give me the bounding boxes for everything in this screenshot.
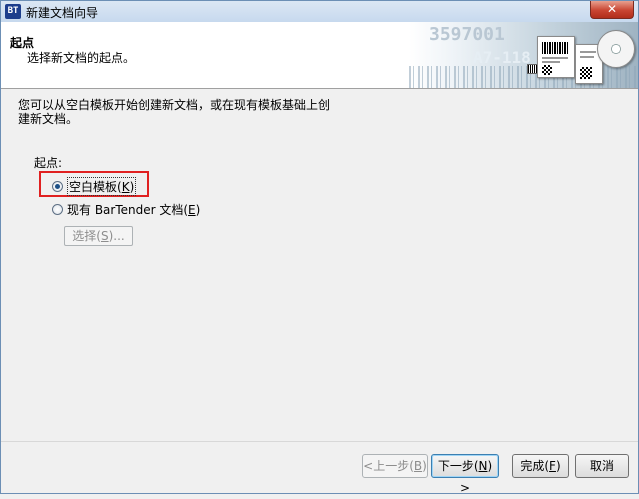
cancel-button[interactable]: 取消 [575,454,629,478]
radio-blank-template[interactable]: 空白模板(K) [52,176,137,196]
header-banner-image: 3597001 A7-118 [409,22,638,88]
banner-number: A7-118 [473,48,531,67]
radio-selected-icon[interactable] [52,180,63,192]
disc-label-icon [597,30,635,68]
start-point-label: 起点: [34,156,63,170]
radio-existing-document-label[interactable]: 现有 BarTender 文档(E) [67,201,200,218]
radio-blank-template-label[interactable]: 空白模板(K) [67,176,137,196]
close-button[interactable]: ✕ [590,1,634,19]
page-subtitle: 选择新文档的起点。 [27,51,136,65]
finish-button[interactable]: 完成(F) [512,454,569,478]
intro-text: 您可以从空白模板开始创建新文档，或在现有模板基础上创 建新文档。 [18,98,348,126]
back-button[interactable]: <上一步(B) [362,454,428,478]
intro-line: 建新文档。 [18,112,79,126]
bartender-app-icon: BT [5,4,21,19]
banner-number: 3597001 [429,24,505,45]
select-file-button[interactable]: 选择(S)... [64,226,133,246]
radio-unselected-icon[interactable] [52,203,63,215]
new-document-wizard-window: BT 新建文档向导 ✕ 起点 选择新文档的起点。 3597001 A7-118 [0,0,639,495]
label-sheet-icon [537,36,575,78]
radio-existing-document[interactable]: 现有 BarTender 文档(E) [52,200,200,218]
intro-line: 您可以从空白模板开始创建新文档，或在现有模板基础上创 [18,98,331,112]
close-icon: ✕ [606,2,618,16]
next-button[interactable]: 下一步(N) > [431,454,499,495]
banner-barcode-stripes [409,66,638,88]
footer-divider [1,441,638,442]
wizard-header: 起点 选择新文档的起点。 3597001 A7-118 [1,22,638,89]
window-title: 新建文档向导 [26,6,99,20]
title-bar[interactable]: BT 新建文档向导 ✕ [1,1,638,23]
